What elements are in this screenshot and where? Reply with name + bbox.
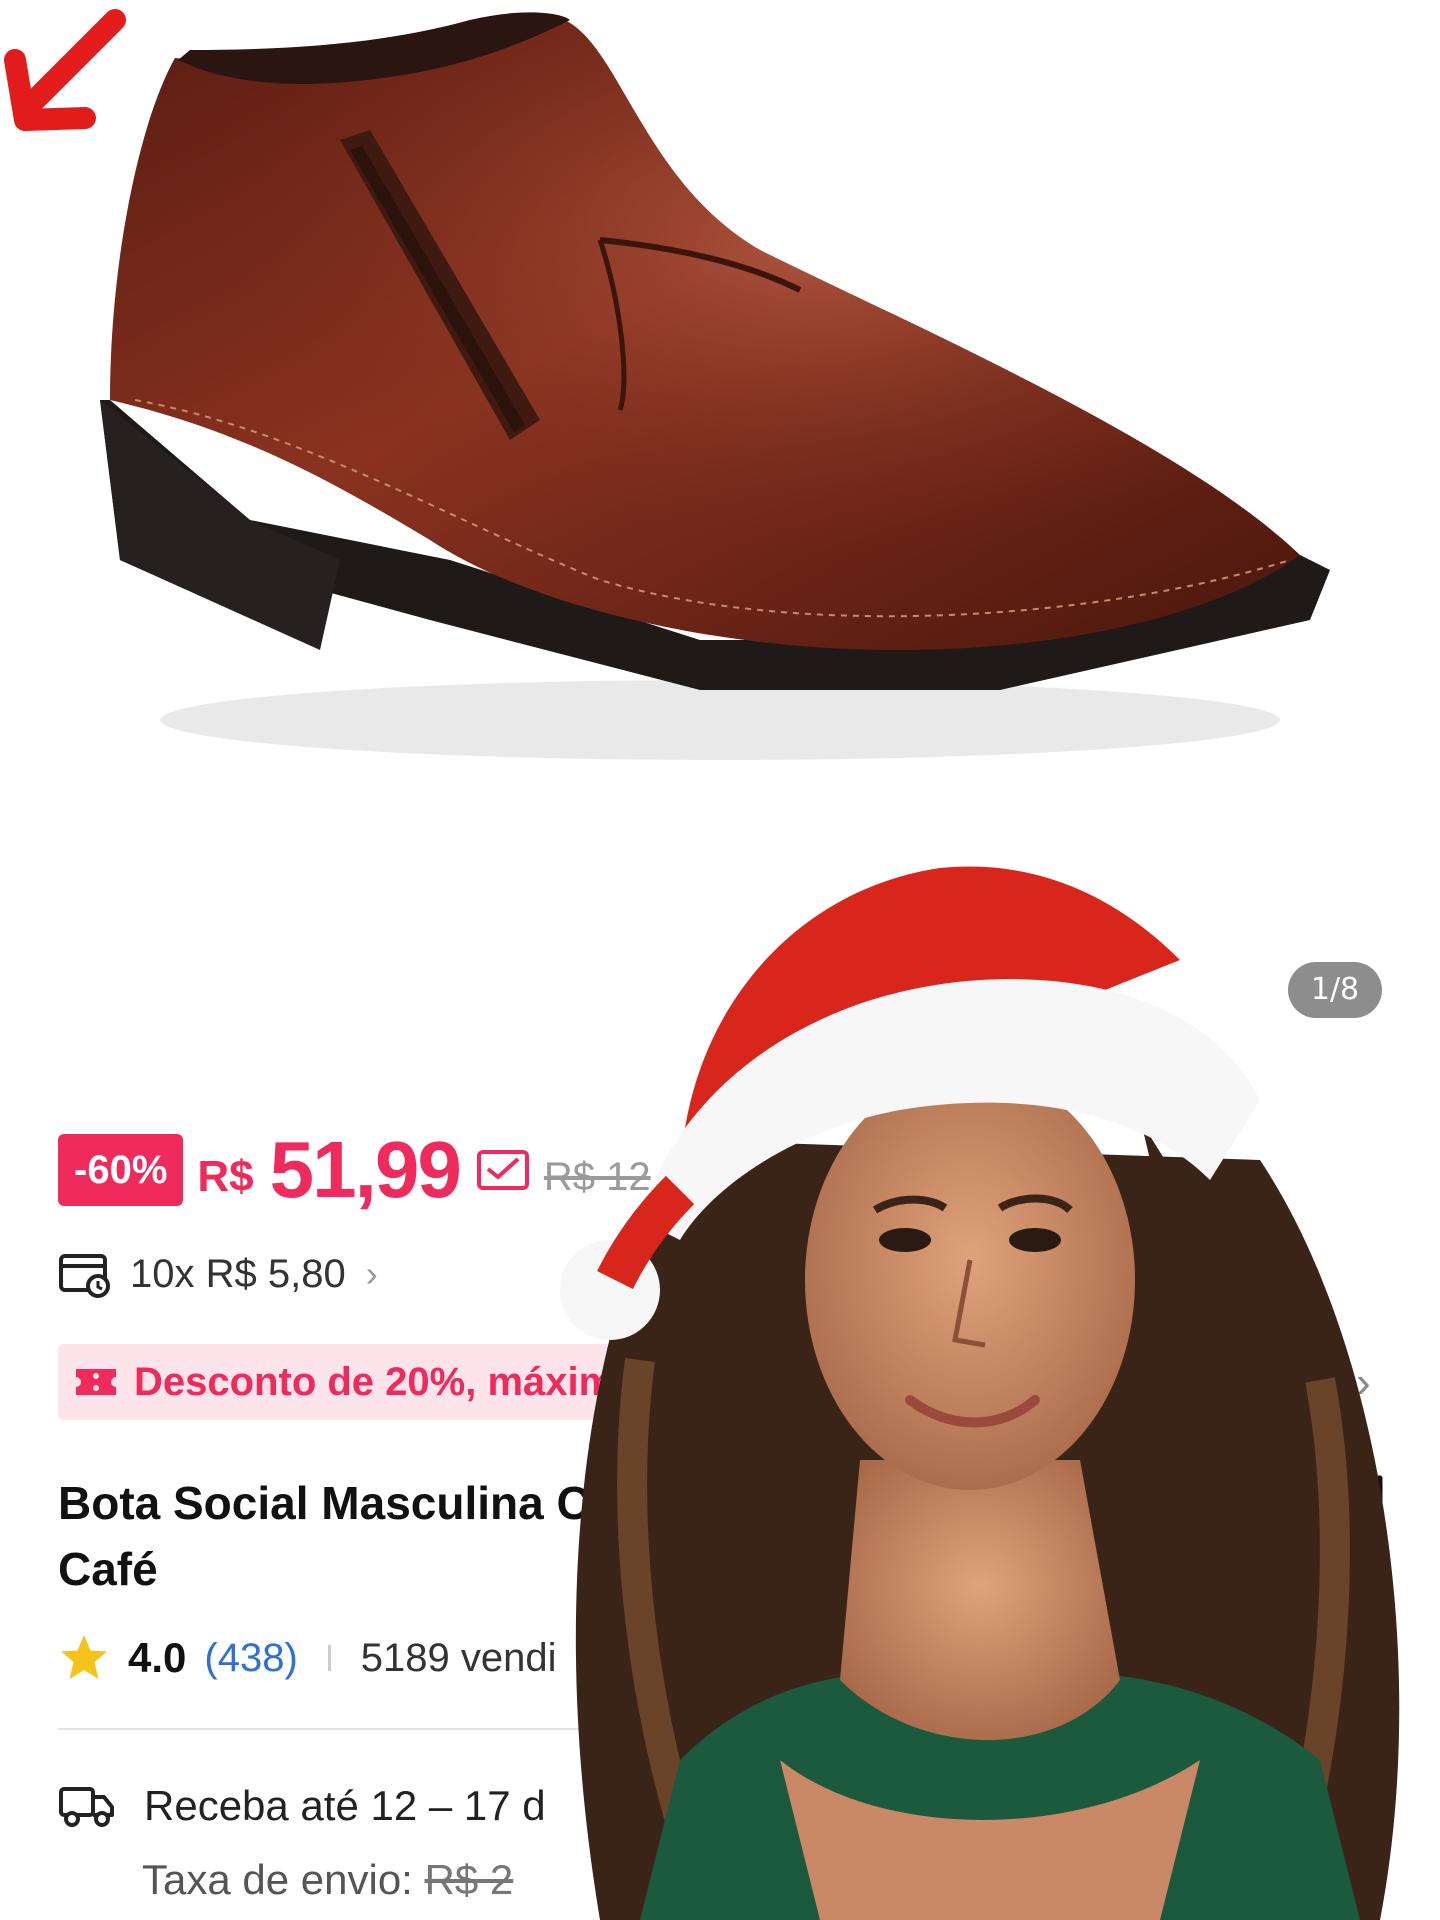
installment-row[interactable]: 10x R$ 5,80 › (58, 1246, 378, 1302)
presenter-overlay-image (560, 866, 1400, 1920)
star-icon (61, 1635, 107, 1679)
shipping-fee-value: R$ 2 (424, 1856, 514, 1903)
delivery-estimate: Receba até 12 – 17 d (144, 1782, 546, 1829)
shipping-fee-label: Taxa de envio: (142, 1856, 413, 1903)
coupon-check-icon (476, 1150, 529, 1190)
coupon-ticket-icon (76, 1369, 116, 1395)
card-clock-icon (59, 1254, 110, 1298)
rating-row: 4.0 (438) 5189 vendi (58, 1630, 557, 1686)
sold-count: 5189 vendi (360, 1635, 557, 1680)
review-count-link[interactable]: (438) (204, 1636, 297, 1681)
red-arrow-icon (4, 9, 126, 131)
price-currency: R$ (197, 1152, 254, 1201)
divider (327, 1645, 331, 1671)
rating-value: 4.0 (128, 1634, 187, 1681)
delivery-row[interactable]: Receba até 12 – 17 d (58, 1778, 546, 1834)
shipping-fee: Taxa de envio: R$ 2 (142, 1856, 513, 1904)
delivery-truck-icon (59, 1787, 114, 1827)
installment-text: 10x R$ 5,80 (130, 1251, 346, 1296)
discount-badge: -60% (58, 1134, 184, 1206)
chevron-right-icon: › (365, 1253, 378, 1294)
current-price: 51,99 (269, 1125, 462, 1214)
